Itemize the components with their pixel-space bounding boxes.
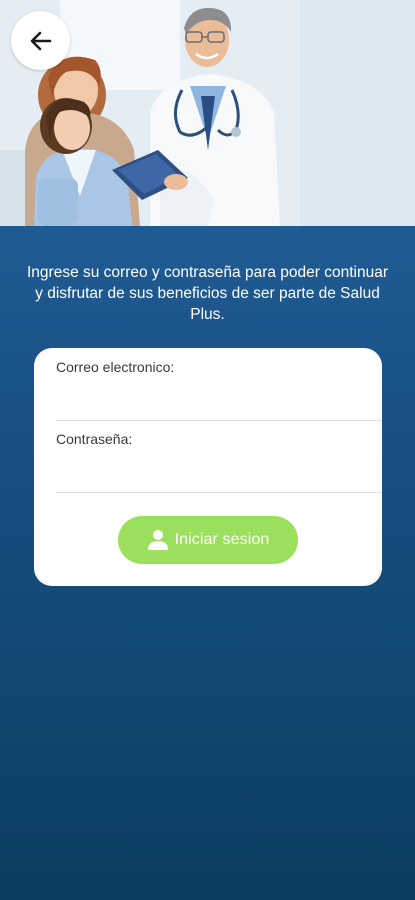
login-button-label: Iniciar sesion bbox=[174, 531, 270, 548]
intro-text: Ingrese su correo y contraseña para pode… bbox=[26, 264, 389, 323]
password-input[interactable] bbox=[56, 452, 356, 486]
password-label: Contraseña: bbox=[56, 431, 133, 447]
login-screen: Ingrese su correo y contraseña para pode… bbox=[0, 0, 415, 900]
email-label: Correo electronico: bbox=[56, 359, 175, 375]
user-icon bbox=[147, 530, 168, 550]
login-content: Ingrese su correo y contraseña para pode… bbox=[0, 226, 415, 900]
email-input[interactable] bbox=[56, 380, 356, 414]
back-button[interactable] bbox=[11, 11, 70, 70]
password-field: Contraseña: bbox=[56, 420, 382, 493]
hero-photo bbox=[0, 0, 415, 226]
login-card: Correo electronico: Contraseña: Iniciar … bbox=[34, 348, 382, 586]
login-button[interactable]: Iniciar sesion bbox=[118, 516, 298, 564]
arrow-left-icon bbox=[30, 31, 51, 50]
email-field: Correo electronico: bbox=[56, 348, 382, 421]
